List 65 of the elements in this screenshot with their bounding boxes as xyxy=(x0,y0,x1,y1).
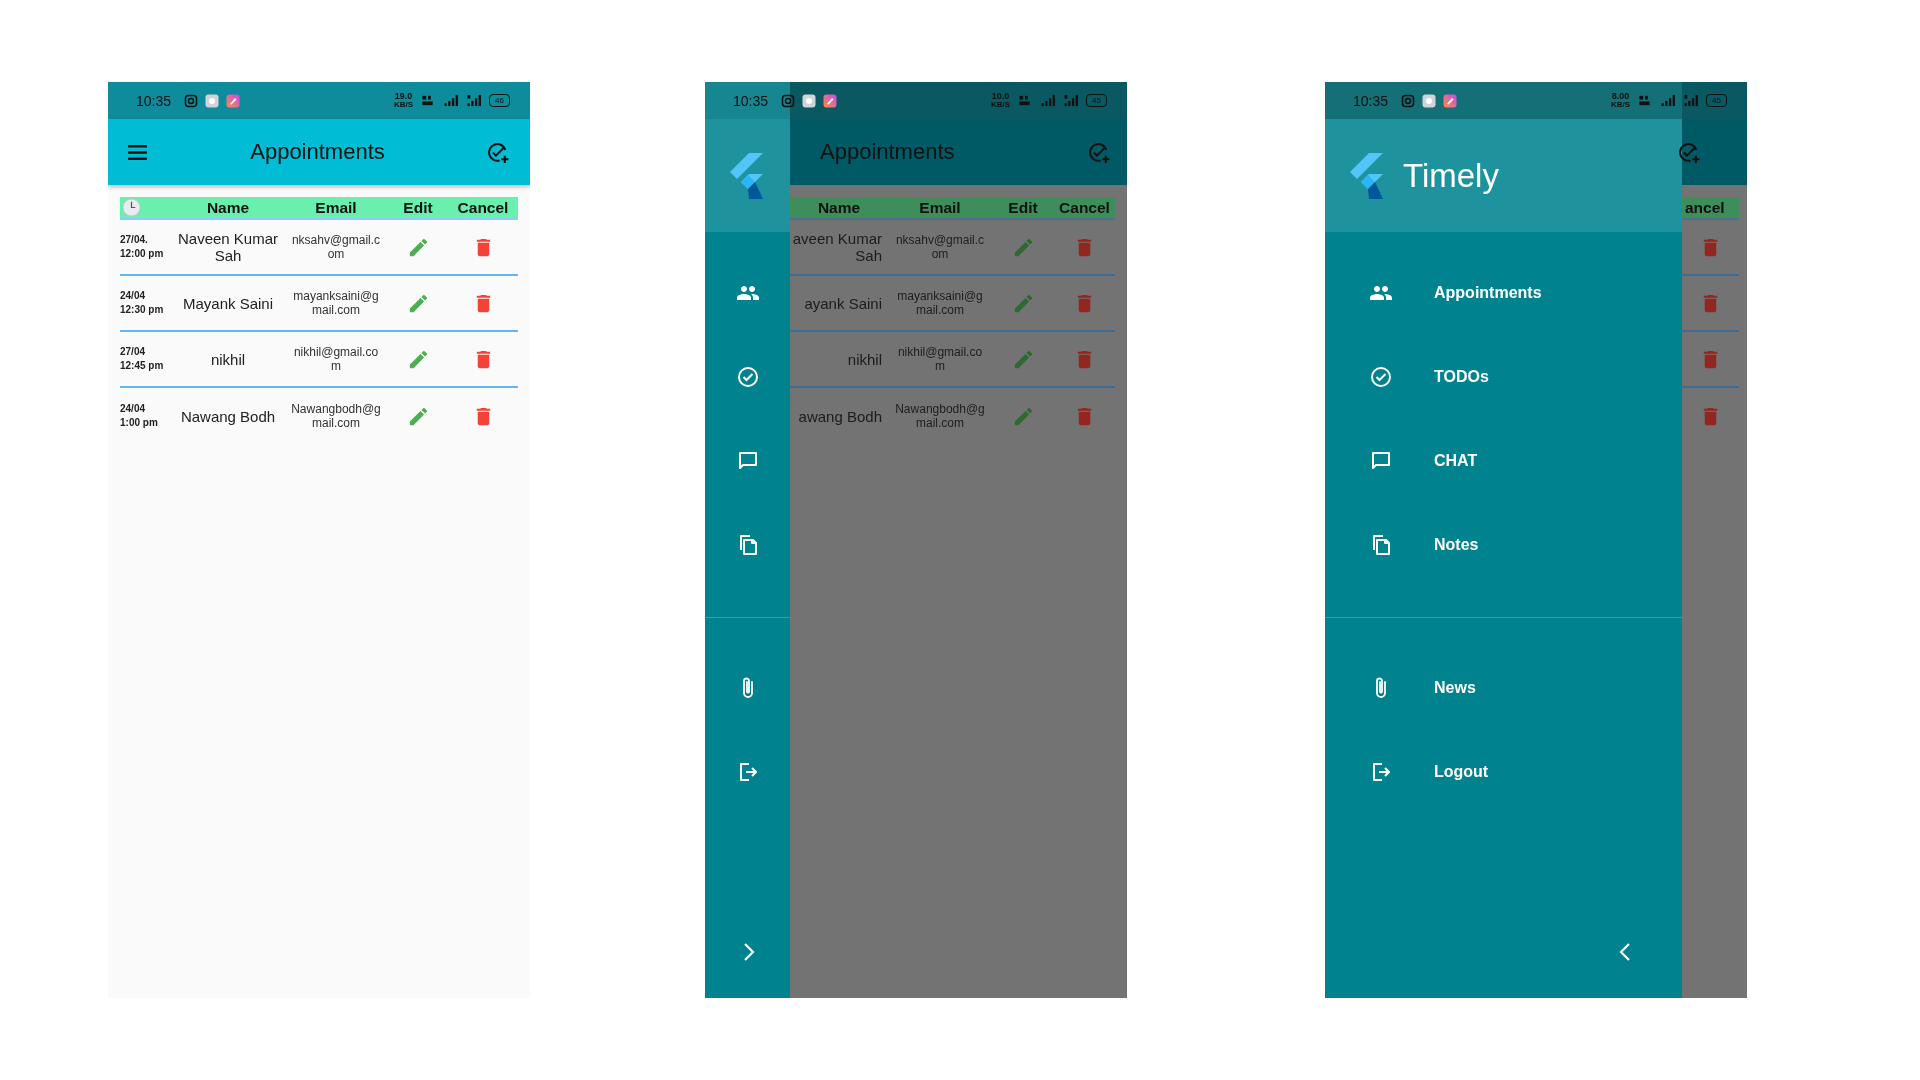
name-cell-text: Naveen Kumar Sah xyxy=(176,230,280,264)
column-header: ancel xyxy=(1684,198,1726,217)
column-header: Name xyxy=(816,198,862,217)
signal-icon xyxy=(1660,94,1677,107)
signal-icon xyxy=(1683,94,1700,107)
drawer-item[interactable]: Notes xyxy=(1325,503,1682,587)
date-time: 27/04 12:45 pm xyxy=(120,345,165,373)
name-cell-text: aveen Kumar Sah xyxy=(791,230,883,264)
signal-icon xyxy=(466,94,483,107)
network-speed: 19.0 KB/S xyxy=(393,92,414,109)
column-header: Edit xyxy=(1007,198,1039,217)
email-cell-text: nksahv@gmail.com xyxy=(894,233,986,261)
camera-app-icon xyxy=(184,93,199,108)
name-cell-text: nikhil xyxy=(846,350,883,368)
email-cell-text: nikhil@gmail.com xyxy=(292,345,380,373)
status-time: 10:35 xyxy=(733,92,769,109)
status-time: 10:35 xyxy=(136,92,172,109)
column-header: Email xyxy=(314,198,358,217)
gear-app-icon xyxy=(1422,93,1437,108)
email-cell-text: Nawangbodh@gmail.com xyxy=(894,402,986,430)
signal-icon xyxy=(1040,94,1057,107)
drawer-item[interactable]: CHAT xyxy=(1325,419,1682,503)
gear-app-icon xyxy=(205,93,220,108)
camera-app-icon xyxy=(1401,93,1416,108)
app-title: Appointments xyxy=(249,139,386,165)
battery-level: 46 xyxy=(489,94,510,107)
network-speed: 10.0 KB/S xyxy=(990,92,1011,109)
email-cell-text: nikhil@gmail.com xyxy=(896,345,984,373)
status-time: 10:35 xyxy=(1353,92,1389,109)
signal-icon xyxy=(1063,94,1080,107)
camera-app-icon xyxy=(781,93,796,108)
app-icon xyxy=(226,93,241,108)
email-cell-text: mayanksaini@gmail.com xyxy=(292,289,380,317)
check-circle-icon xyxy=(1369,365,1393,389)
gear-app-icon xyxy=(802,93,817,108)
app-icon xyxy=(1443,93,1458,108)
network-speed: 8.00 KB/S xyxy=(1610,92,1631,109)
name-cell-text: Mayank Saini xyxy=(181,294,274,312)
date-time: 24/04 1:00 pm xyxy=(120,402,159,430)
name-cell-text: awang Bodh xyxy=(797,407,883,425)
app-title: Appointments xyxy=(820,139,955,165)
battery-level: 45 xyxy=(1706,94,1727,107)
column-header: Email xyxy=(918,198,962,217)
drawer-item[interactable]: Logout xyxy=(1325,730,1682,814)
column-header: Name xyxy=(205,198,251,217)
date-time: 24/04 12:30 pm xyxy=(120,289,165,317)
column-header: Cancel xyxy=(456,198,510,217)
name-cell-text: nikhil xyxy=(209,350,247,368)
app-icon xyxy=(823,93,838,108)
date-time: 27/04. 12:00 pm xyxy=(120,233,165,261)
name-cell-text: ayank Saini xyxy=(803,294,883,312)
name-cell-text: Nawang Bodh xyxy=(179,407,277,425)
signal-icon xyxy=(443,94,460,107)
drawer-title: Timely xyxy=(1403,156,1499,195)
clock-icon xyxy=(122,198,141,217)
email-cell-text: Nawangbodh@gmail.com xyxy=(290,402,382,430)
email-cell-text: nksahv@gmail.com xyxy=(290,233,382,261)
drawer-item[interactable]: TODOs xyxy=(1325,335,1682,419)
drawer-item[interactable]: News xyxy=(1325,646,1682,730)
column-header: Cancel xyxy=(1058,198,1111,217)
drawer-item[interactable]: Appointments xyxy=(1325,251,1682,335)
battery-level: 45 xyxy=(1086,94,1107,107)
column-header: Edit xyxy=(402,198,434,217)
check-circle-icon[interactable] xyxy=(735,365,760,389)
email-cell-text: mayanksaini@gmail.com xyxy=(896,289,984,317)
